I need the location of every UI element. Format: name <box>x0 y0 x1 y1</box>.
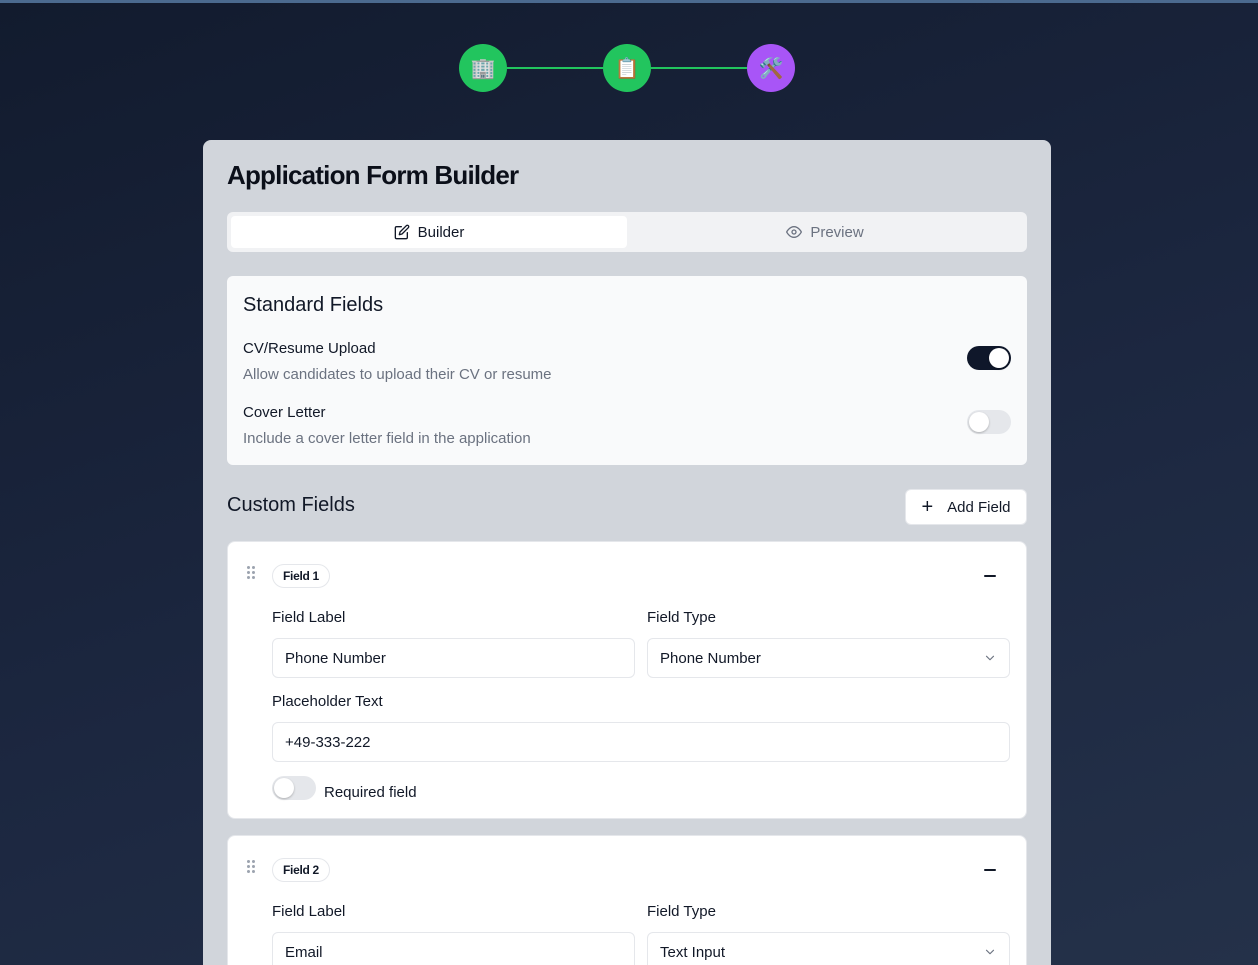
step-connector <box>651 67 747 69</box>
required-label: Required field <box>324 784 417 801</box>
plus-icon: + <box>921 496 934 518</box>
step-form-builder[interactable]: 🛠️ <box>747 44 795 92</box>
toggle-knob <box>969 412 989 432</box>
form-builder-card: Application Form Builder Builder Preview… <box>203 140 1051 965</box>
cv-upload-label: CV/Resume Upload <box>243 340 376 357</box>
drag-handle-icon[interactable] <box>247 566 257 580</box>
field-number-badge: Field 1 <box>272 564 330 588</box>
field-label-caption: Field Label <box>272 609 346 626</box>
standard-fields-panel: Standard Fields CV/Resume Upload Allow c… <box>227 276 1027 465</box>
toggle-knob <box>274 778 294 798</box>
custom-fields-title: Custom Fields <box>227 494 355 516</box>
chevron-down-icon <box>985 949 995 955</box>
building-icon: 🏢 <box>470 57 496 80</box>
top-accent-line <box>0 0 1258 3</box>
chevron-down-icon <box>985 655 995 661</box>
field-type-caption: Field Type <box>647 903 716 920</box>
tab-builder[interactable]: Builder <box>231 216 627 248</box>
placeholder-caption: Placeholder Text <box>272 693 383 710</box>
page-title: Application Form Builder <box>227 160 519 190</box>
add-field-label: Add Field <box>947 498 1011 516</box>
add-field-button[interactable]: + Add Field <box>905 489 1027 525</box>
step-company[interactable]: 🏢 <box>459 44 507 92</box>
eye-icon <box>786 226 803 238</box>
tools-icon: 🛠️ <box>758 57 784 80</box>
collapse-button[interactable] <box>978 564 1002 588</box>
collapse-button[interactable] <box>978 858 1002 882</box>
step-connector <box>507 67 603 69</box>
tab-preview[interactable]: Preview <box>627 216 1023 248</box>
standard-fields-title: Standard Fields <box>243 294 384 316</box>
field-type-value: Text Input <box>660 943 726 961</box>
step-job-details[interactable]: 📋 <box>603 44 651 92</box>
drag-handle-icon[interactable] <box>247 860 257 874</box>
field-type-select[interactable]: Phone Number <box>647 638 1010 678</box>
builder-tabs: Builder Preview <box>227 212 1027 252</box>
field-number-badge: Field 2 <box>272 858 330 882</box>
field-type-caption: Field Type <box>647 609 716 626</box>
cover-letter-label: Cover Letter <box>243 404 326 421</box>
edit-icon <box>394 224 410 240</box>
field-label-caption: Field Label <box>272 903 346 920</box>
field-label-input[interactable]: Phone Number <box>272 638 635 678</box>
custom-field-card: Field 2 Field Label Email Field Type Tex… <box>227 835 1027 965</box>
cv-upload-description: Allow candidates to upload their CV or r… <box>243 366 552 383</box>
field-label-input[interactable]: Email <box>272 932 635 965</box>
placeholder-input[interactable]: +49-333-222 <box>272 722 1010 762</box>
tab-builder-label: Builder <box>417 223 465 241</box>
cv-upload-toggle[interactable] <box>967 346 1011 370</box>
minus-icon <box>984 869 996 871</box>
clipboard-icon: 📋 <box>614 57 640 80</box>
cover-letter-toggle[interactable] <box>967 410 1011 434</box>
toggle-knob <box>989 348 1009 368</box>
tab-preview-label: Preview <box>810 223 864 241</box>
cover-letter-description: Include a cover letter field in the appl… <box>243 430 531 447</box>
required-toggle[interactable] <box>272 776 316 800</box>
custom-field-card: Field 1 Field Label Phone Number Field T… <box>227 541 1027 819</box>
field-type-value: Phone Number <box>660 649 761 667</box>
progress-stepper: 🏢 📋 🛠️ <box>459 44 795 92</box>
field-type-select[interactable]: Text Input <box>647 932 1010 965</box>
minus-icon <box>984 575 996 577</box>
